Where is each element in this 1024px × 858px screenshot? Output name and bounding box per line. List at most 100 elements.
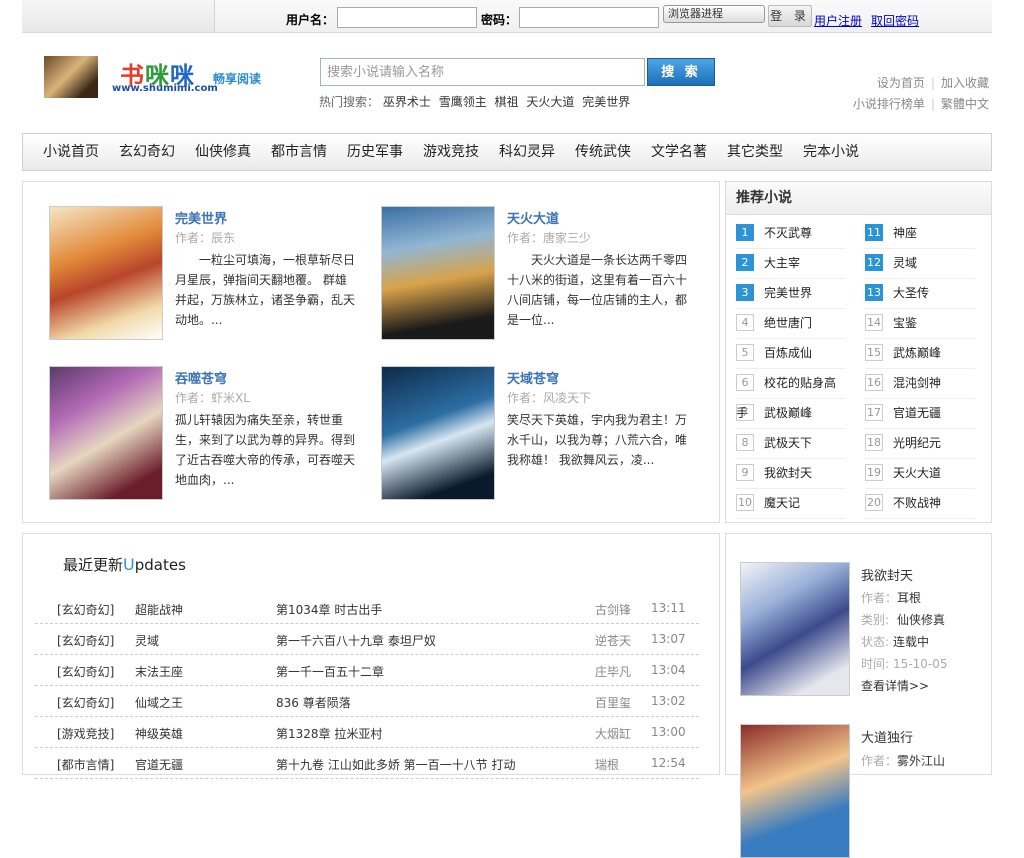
update-book-title[interactable]: 官道无疆 <box>135 756 183 773</box>
updates-title-rest: pdates <box>134 556 186 574</box>
rank-book-name: 我欲封天 <box>764 466 813 480</box>
nav-item-home[interactable]: 小说首页 <box>33 134 109 170</box>
rank-item[interactable]: 3 完美世界 <box>736 278 846 309</box>
rank-item[interactable]: 10 魔天记 <box>736 488 846 519</box>
hot-search-link[interactable]: 巫界术士 <box>383 95 431 109</box>
update-chapter[interactable]: 836 尊者陨落 <box>276 694 351 711</box>
book-cover[interactable] <box>49 206 163 340</box>
update-chapter[interactable]: 第一千六百八十九章 泰坦尸奴 <box>276 632 436 649</box>
rank-item[interactable]: 7 武极巅峰 <box>736 398 846 429</box>
book-description: 笑尽天下英雄，宇内我为君主！万水千山，以我为尊；八荒六合，唯我称雄！ 我欲舞风云… <box>507 413 688 467</box>
set-homepage-link[interactable]: 设为首页 <box>877 76 925 90</box>
rank-item[interactable]: 18 光明纪元 <box>865 428 975 459</box>
update-chapter[interactable]: 第十九卷 江山如此多娇 第一百一十八节 打动 <box>276 756 515 773</box>
book-cover[interactable] <box>381 366 495 500</box>
update-book-title[interactable]: 超能战神 <box>135 601 183 618</box>
rank-item[interactable]: 14 宝鉴 <box>865 308 975 339</box>
rank-item[interactable]: 19 天火大道 <box>865 458 975 489</box>
nav-item-completed[interactable]: 完本小说 <box>793 134 869 170</box>
nav-item-fantasy[interactable]: 玄幻奇幻 <box>109 134 185 170</box>
search-input[interactable]: 搜索小说请输入名称 <box>320 58 645 86</box>
book-description: 天火大道是一条长达两千零四十八米的街道，这里有着一百六十八间店铺，每一位店铺的主… <box>507 253 688 327</box>
book-cover[interactable] <box>381 206 495 340</box>
update-category[interactable]: [都市言情] <box>57 756 114 773</box>
nav-item-urban[interactable]: 都市言情 <box>261 134 337 170</box>
rank-item[interactable]: 20 不败战神 <box>865 488 975 519</box>
time-value: 15-10-05 <box>893 657 948 671</box>
book-title[interactable]: 天域苍穹 <box>507 368 559 387</box>
nav-item-scifi[interactable]: 科幻灵异 <box>489 134 565 170</box>
rank-number: 12 <box>865 254 883 271</box>
rank-book-name: 不灭武尊 <box>764 226 813 240</box>
update-category[interactable]: [玄幻奇幻] <box>57 601 114 618</box>
book-title[interactable]: 吞噬苍穹 <box>175 368 227 387</box>
book-title[interactable]: 我欲封天 <box>861 565 913 584</box>
update-chapter[interactable]: 第1034章 时古出手 <box>276 601 382 618</box>
rank-book-name: 大主宰 <box>764 256 801 270</box>
update-book-title[interactable]: 仙域之王 <box>135 694 183 711</box>
book-cover[interactable] <box>740 562 850 696</box>
nav-item-history[interactable]: 历史军事 <box>337 134 413 170</box>
rank-item[interactable]: 15 武炼巅峰 <box>865 338 975 369</box>
update-book-title[interactable]: 末法王座 <box>135 663 183 680</box>
update-time: 13:02 <box>651 694 686 708</box>
nav-item-games[interactable]: 游戏竞技 <box>413 134 489 170</box>
rank-item[interactable]: 17 官道无疆 <box>865 398 975 429</box>
book-title[interactable]: 大道独行 <box>861 727 913 746</box>
login-button[interactable]: 登 录 <box>768 5 812 27</box>
rank-item[interactable]: 12 灵域 <box>865 248 975 279</box>
nav-item-other[interactable]: 其它类型 <box>717 134 793 170</box>
rank-item[interactable]: 5 百炼成仙 <box>736 338 846 369</box>
book-title[interactable]: 完美世界 <box>175 208 227 227</box>
recover-password-link[interactable]: 取回密码 <box>871 12 919 29</box>
register-link[interactable]: 用户注册 <box>814 12 862 29</box>
rank-item[interactable]: 6 校花的贴身高手 <box>736 368 846 420</box>
update-category[interactable]: [玄幻奇幻] <box>57 694 114 711</box>
category-value: 仙侠修真 <box>897 613 946 627</box>
nav-item-classics[interactable]: 文学名著 <box>641 134 717 170</box>
update-category[interactable]: [玄幻奇幻] <box>57 663 114 680</box>
update-category[interactable]: [玄幻奇幻] <box>57 632 114 649</box>
rank-item[interactable]: 11 神座 <box>865 218 975 249</box>
rank-item[interactable]: 9 我欲封天 <box>736 458 846 489</box>
rank-number: 9 <box>736 464 754 481</box>
recommended-title: 推荐小说 <box>726 182 991 215</box>
update-row: [都市言情] 官道无疆 第十九卷 江山如此多娇 第一百一十八节 打动 瑞根 12:54 <box>35 747 699 779</box>
username-input[interactable] <box>337 7 477 28</box>
password-input[interactable] <box>519 7 659 28</box>
update-chapter[interactable]: 第一千一百五十二章 <box>276 663 384 680</box>
rank-item[interactable]: 1 不灭武尊 <box>736 218 846 249</box>
rank-book-name: 不败战神 <box>893 496 942 510</box>
rank-item[interactable]: 4 绝世唐门 <box>736 308 846 339</box>
nav-item-wuxia[interactable]: 传统武侠 <box>565 134 641 170</box>
hot-search-link[interactable]: 雪鹰领主 <box>439 95 487 109</box>
book-cover[interactable] <box>740 724 850 858</box>
update-book-title[interactable]: 灵域 <box>135 632 159 649</box>
add-favorite-link[interactable]: 加入收藏 <box>941 76 989 90</box>
ranking-link[interactable]: 小说排行榜单 <box>853 97 925 111</box>
rank-item[interactable]: 13 大圣传 <box>865 278 975 309</box>
hot-search-link[interactable]: 天火大道 <box>526 95 574 109</box>
book-author: 作者：唐家三少 <box>507 231 592 245</box>
rank-item[interactable]: 8 武极天下 <box>736 428 846 459</box>
view-details-link[interactable]: 查看详情>> <box>861 677 929 694</box>
cookie-select[interactable]: 浏览器进程 <box>663 5 765 23</box>
update-category[interactable]: [游戏竞技] <box>57 725 114 742</box>
update-chapter[interactable]: 第1328章 拉米亚村 <box>276 725 382 742</box>
rank-item[interactable]: 2 大主宰 <box>736 248 846 279</box>
logo-book-image[interactable] <box>44 56 98 98</box>
hot-search-link[interactable]: 完美世界 <box>582 95 630 109</box>
update-book-title[interactable]: 神级英雄 <box>135 725 183 742</box>
hot-search-link[interactable]: 棋祖 <box>495 95 519 109</box>
nav-item-xianxia[interactable]: 仙侠修真 <box>185 134 261 170</box>
book-title[interactable]: 天火大道 <box>507 208 559 227</box>
rank-book-name: 绝世唐门 <box>764 316 813 330</box>
status-label: 状态: <box>861 635 890 649</box>
book-cover[interactable] <box>49 366 163 500</box>
traditional-chinese-link[interactable]: 繁體中文 <box>941 97 989 111</box>
update-row: [玄幻奇幻] 灵域 第一千六百八十九章 泰坦尸奴 逆苍天 13:07 <box>35 623 699 655</box>
search-button[interactable]: 搜 索 <box>647 58 715 86</box>
update-row: [玄幻奇幻] 仙域之王 836 尊者陨落 百里玺 13:02 <box>35 685 699 717</box>
rank-item[interactable]: 16 混沌剑神 <box>865 368 975 399</box>
rank-number: 17 <box>865 404 883 421</box>
